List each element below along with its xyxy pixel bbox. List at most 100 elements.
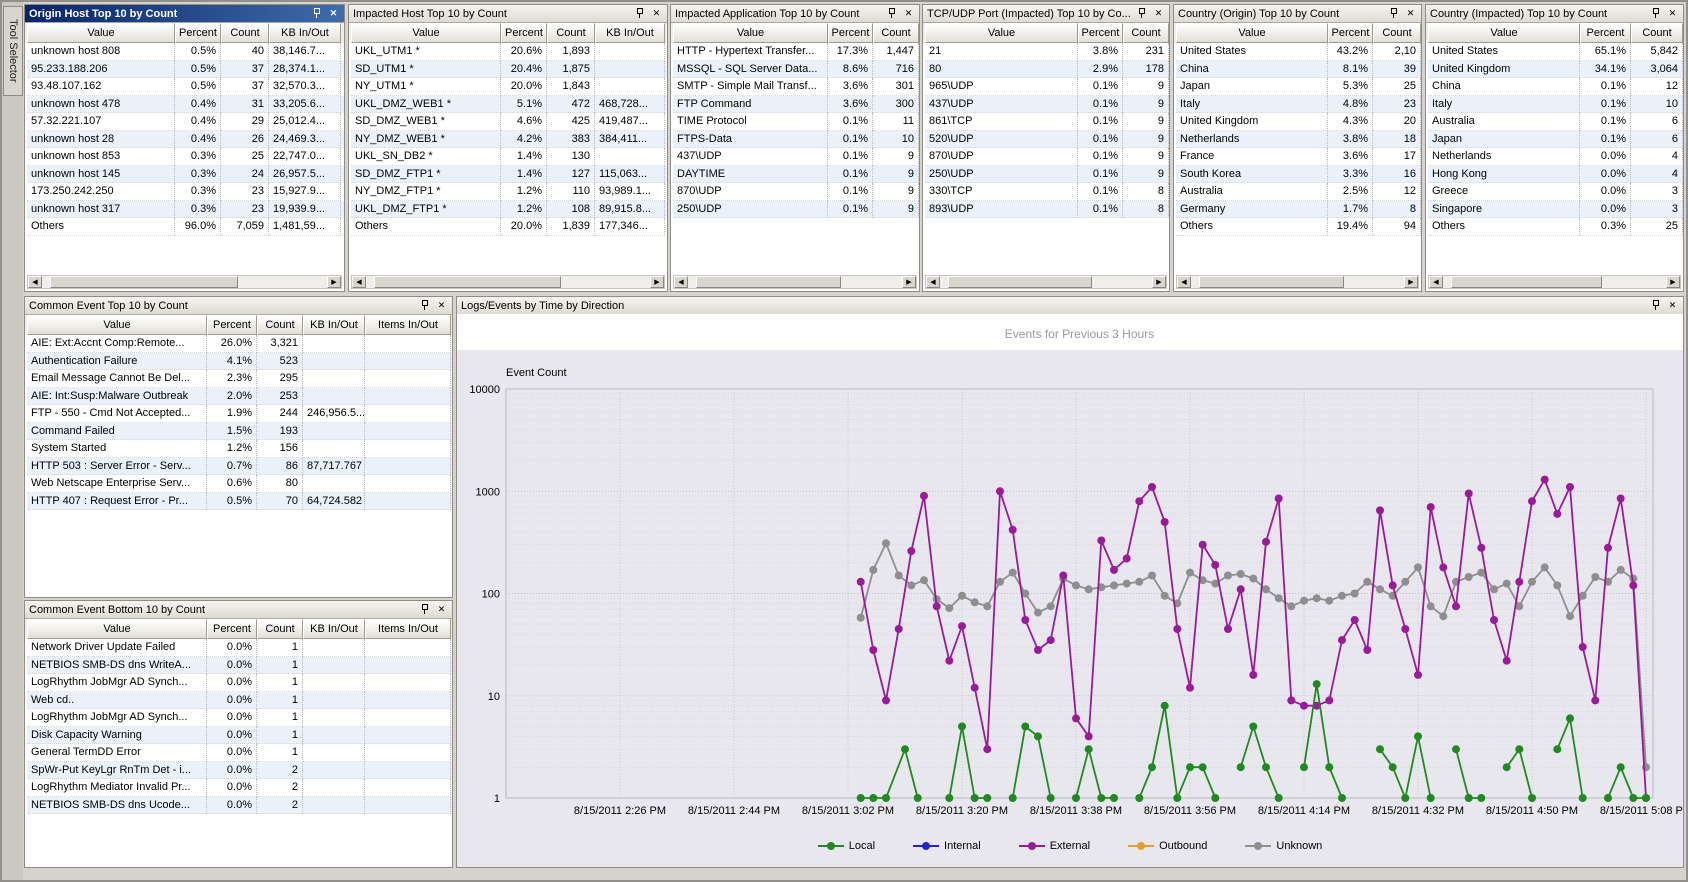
scrollbar-thumb[interactable] [948, 276, 1092, 288]
table-row[interactable]: LogRhythm JobMgr AD Synch...0.0%1 [27, 709, 452, 727]
table-row[interactable]: Others96.0%7,0591,481,59... [27, 218, 344, 236]
column-header[interactable]: Value [27, 23, 175, 43]
pin-icon[interactable] [310, 7, 323, 20]
column-header[interactable]: Percent [1078, 23, 1123, 43]
horizontal-scrollbar[interactable]: ◀▶ [1176, 275, 1419, 289]
table-row[interactable]: unknown host 1450.3%2426,957.5... [27, 166, 344, 184]
table-row[interactable]: 250\UDP0.1%9 [925, 166, 1169, 184]
table-row[interactable]: NETBIOS SMB-DS dns Ucode...0.0%2 [27, 797, 452, 815]
table-row[interactable]: 57.32.221.1070.4%2925,012.4... [27, 113, 344, 131]
table-row[interactable]: Command Failed1.5%193 [27, 423, 452, 441]
panel-top-0-titlebar[interactable]: Origin Host Top 10 by Count✕ [25, 5, 344, 23]
panel-top-4-titlebar[interactable]: Country (Origin) Top 10 by Count✕ [1174, 5, 1421, 23]
panel-top-2-titlebar[interactable]: Impacted Application Top 10 by Count✕ [671, 5, 919, 23]
table-row[interactable]: 95.233.188.2060.5%3728,374.1... [27, 61, 344, 79]
column-header[interactable]: Value [1176, 23, 1328, 43]
table-row[interactable]: General TermDD Error0.0%1 [27, 744, 452, 762]
table-row[interactable]: 870\UDP0.1%9 [925, 148, 1169, 166]
column-header[interactable]: Percent [1328, 23, 1373, 43]
pin-icon[interactable] [1135, 7, 1148, 20]
table-row[interactable]: UKL_SN_DB2 *1.4%130 [351, 148, 667, 166]
column-header[interactable]: Percent [207, 315, 257, 335]
close-icon[interactable]: ✕ [1666, 7, 1679, 20]
column-header[interactable]: Percent [828, 23, 873, 43]
horizontal-scrollbar[interactable]: ◀▶ [1428, 275, 1681, 289]
table-row[interactable]: NY_DMZ_FTP1 *1.2%11093,989.1... [351, 183, 667, 201]
table-row[interactable]: Australia2.5%12 [1176, 183, 1421, 201]
table-row[interactable]: LogRhythm Mediator Invalid Pr...0.0%2 [27, 779, 452, 797]
table-row[interactable]: SD_DMZ_FTP1 *1.4%127115,063... [351, 166, 667, 184]
table-row[interactable]: Hong Kong0.0%4 [1428, 166, 1683, 184]
scrollbar-thumb[interactable] [1199, 276, 1344, 288]
table-row[interactable]: Web cd..0.0%1 [27, 692, 452, 710]
table-row[interactable]: Greece0.0%3 [1428, 183, 1683, 201]
table-row[interactable]: MSSQL - SQL Server Data...8.6%716 [673, 61, 919, 79]
horizontal-scrollbar[interactable]: ◀▶ [27, 275, 342, 289]
pin-icon[interactable] [1649, 7, 1662, 20]
scroll-right-button[interactable]: ▶ [1404, 276, 1418, 288]
table-row[interactable]: 965\UDP0.1%9 [925, 78, 1169, 96]
column-header[interactable]: Count [221, 23, 269, 43]
column-header[interactable]: Percent [501, 23, 547, 43]
horizontal-scrollbar[interactable]: ◀▶ [673, 275, 917, 289]
table-row[interactable]: unknown host 8530.3%2522,747.0... [27, 148, 344, 166]
table-row[interactable]: HTTP 503 : Server Error - Serv...0.7%868… [27, 458, 452, 476]
table-row[interactable]: 250\UDP0.1%9 [673, 201, 919, 219]
close-icon[interactable]: ✕ [435, 299, 448, 312]
panel-top-1-titlebar[interactable]: Impacted Host Top 10 by Count✕ [349, 5, 667, 23]
column-header[interactable]: Value [925, 23, 1078, 43]
table-row[interactable]: System Started1.2%156 [27, 440, 452, 458]
table-row[interactable]: 893\UDP0.1%8 [925, 201, 1169, 219]
column-header[interactable]: Percent [175, 23, 221, 43]
table-row[interactable]: NETBIOS SMB-DS dns WriteA...0.0%1 [27, 657, 452, 675]
table-row[interactable]: United States43.2%2,10 [1176, 43, 1421, 61]
horizontal-scrollbar[interactable]: ◀▶ [925, 275, 1167, 289]
column-header[interactable]: Count [1373, 23, 1421, 43]
table-row[interactable]: unknown host 4780.4%3133,205.6... [27, 96, 344, 114]
table-row[interactable]: United Kingdom34.1%3,064 [1428, 61, 1683, 79]
close-icon[interactable]: ✕ [650, 7, 663, 20]
column-header[interactable]: Percent [207, 619, 257, 639]
pin-icon[interactable] [1649, 299, 1662, 312]
close-icon[interactable]: ✕ [902, 7, 915, 20]
table-row[interactable]: DAYTIME0.1%9 [673, 166, 919, 184]
panel-common-0-titlebar[interactable]: Common Event Top 10 by Count✕ [25, 297, 452, 315]
pin-icon[interactable] [418, 603, 431, 616]
column-header[interactable]: Value [351, 23, 501, 43]
table-row[interactable]: 802.9%178 [925, 61, 1169, 79]
close-icon[interactable]: ✕ [1404, 7, 1417, 20]
table-row[interactable]: UKL_DMZ_WEB1 *5.1%472468,728... [351, 96, 667, 114]
table-row[interactable]: SpWr-Put KeyLgr RnTm Det - i...0.0%2 [27, 762, 452, 780]
column-header[interactable]: Items In/Out [365, 315, 451, 335]
table-row[interactable]: SD_UTM1 *20.4%1,875 [351, 61, 667, 79]
table-row[interactable]: AIE: Ext:Accnt Comp:Remote...26.0%3,321 [27, 335, 452, 353]
table-row[interactable]: Others19.4%94 [1176, 218, 1421, 236]
panel-top-3-titlebar[interactable]: TCP/UDP Port (Impacted) Top 10 by Co...✕ [923, 5, 1169, 23]
table-row[interactable]: United States65.1%5,842 [1428, 43, 1683, 61]
table-row[interactable]: TIME Protocol0.1%11 [673, 113, 919, 131]
column-header[interactable]: KB In/Out [303, 619, 365, 639]
scroll-left-button[interactable]: ◀ [1429, 276, 1443, 288]
scroll-left-button[interactable]: ◀ [674, 276, 688, 288]
table-row[interactable]: South Korea3.3%16 [1176, 166, 1421, 184]
column-header[interactable]: Percent [1580, 23, 1631, 43]
table-row[interactable]: 437\UDP0.1%9 [925, 96, 1169, 114]
legend-item-unknown[interactable]: Unknown [1245, 840, 1322, 852]
scrollbar-thumb[interactable] [374, 276, 561, 288]
pin-icon[interactable] [885, 7, 898, 20]
close-icon[interactable]: ✕ [435, 603, 448, 616]
scroll-left-button[interactable]: ◀ [926, 276, 940, 288]
column-header[interactable]: Count [257, 619, 303, 639]
table-row[interactable]: Disk Capacity Warning0.0%1 [27, 727, 452, 745]
table-row[interactable]: Japan5.3%25 [1176, 78, 1421, 96]
column-header[interactable]: Value [27, 315, 207, 335]
scroll-right-button[interactable]: ▶ [650, 276, 664, 288]
table-row[interactable]: unknown host 3170.3%2319,939.9... [27, 201, 344, 219]
table-row[interactable]: Netherlands0.0%4 [1428, 148, 1683, 166]
column-header[interactable]: Count [873, 23, 919, 43]
table-row[interactable]: HTTP 407 : Request Error - Pr...0.5%7064… [27, 493, 452, 511]
table-row[interactable]: Others20.0%1,839177,346... [351, 218, 667, 236]
column-header[interactable]: KB In/Out [269, 23, 341, 43]
column-header[interactable]: KB In/Out [595, 23, 665, 43]
table-row[interactable]: Italy0.1%10 [1428, 96, 1683, 114]
